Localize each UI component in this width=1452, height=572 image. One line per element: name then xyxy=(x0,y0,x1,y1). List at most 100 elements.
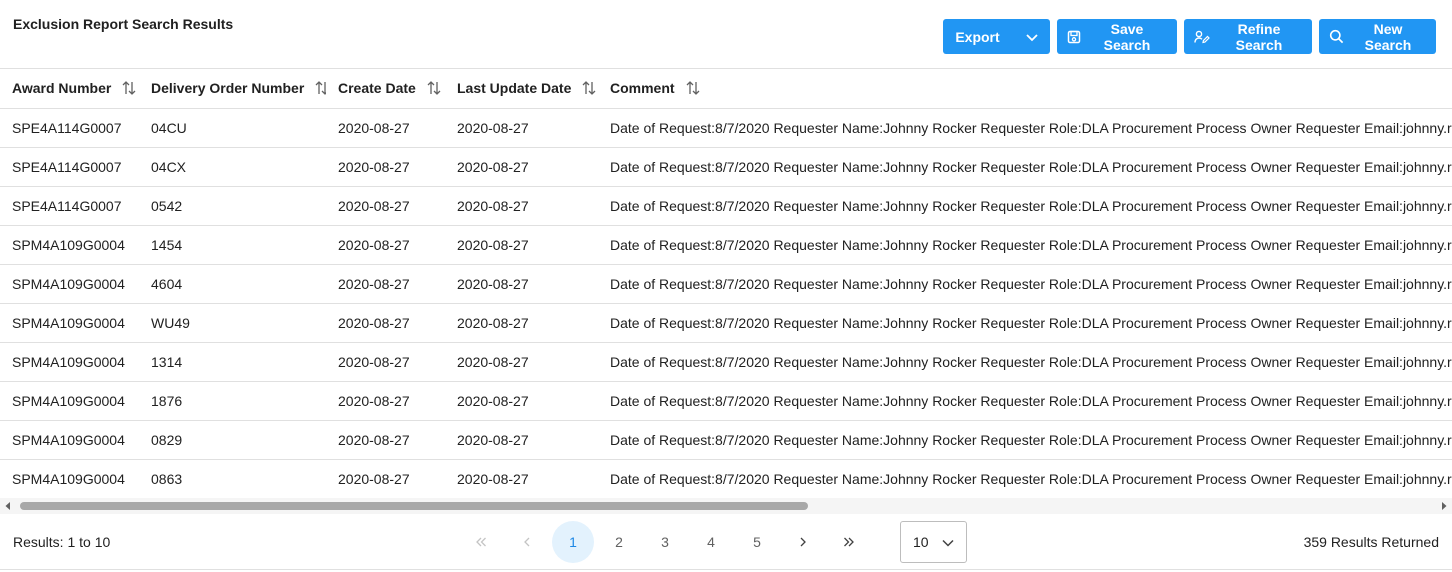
last-page-button[interactable] xyxy=(828,521,870,563)
chevron-down-icon[interactable] xyxy=(1014,19,1050,54)
person-edit-icon xyxy=(1194,30,1210,44)
rows-per-page-value: 10 xyxy=(913,534,929,550)
create-date-cell: 2020-08-27 xyxy=(326,108,445,148)
column-header-delivery-order-number[interactable]: Delivery Order Number xyxy=(139,69,326,109)
create-date-cell: 2020-08-27 xyxy=(326,186,445,226)
create-date-cell: 2020-08-27 xyxy=(326,225,445,265)
results-table-container: Award Number Delivery Order Number Creat… xyxy=(0,68,1452,498)
last-update-date-cell: 2020-08-27 xyxy=(445,147,598,187)
column-header-label: Create Date xyxy=(338,80,416,97)
sort-arrows-icon[interactable] xyxy=(121,80,137,96)
comment-cell: Date of Request:8/7/2020 Requester Name:… xyxy=(598,381,1452,421)
create-date-cell: 2020-08-27 xyxy=(326,147,445,187)
sort-arrows-icon[interactable] xyxy=(426,80,442,96)
table-row[interactable]: SPE4A114G0007 04CX 2020-08-27 2020-08-27 Dat… xyxy=(0,147,1452,187)
comment-cell: Date of Request:8/7/2020 Requester Name:… xyxy=(598,108,1452,148)
delivery-order-cell: 04CU xyxy=(139,108,326,148)
chevron-right-icon xyxy=(799,534,807,550)
comment-cell: Date of Request:8/7/2020 Requester Name:… xyxy=(598,264,1452,304)
create-date-cell: 2020-08-27 xyxy=(326,264,445,304)
horizontal-scrollbar[interactable] xyxy=(0,498,1452,514)
table-row[interactable]: SPM4A109G0004 1876 2020-08-27 2020-08-27 Dat… xyxy=(0,381,1452,421)
column-header-create-date[interactable]: Create Date xyxy=(326,69,445,109)
last-update-date-cell: 2020-08-27 xyxy=(445,186,598,226)
column-header-label: Award Number xyxy=(12,80,112,97)
previous-page-button[interactable] xyxy=(506,521,548,563)
award-number-cell: SPM4A109G0004 xyxy=(0,225,139,265)
table-row[interactable]: SPE4A114G0007 04CU 2020-08-27 2020-08-27 Dat… xyxy=(0,108,1452,148)
save-search-button[interactable]: Save Search xyxy=(1057,19,1177,54)
last-update-date-cell: 2020-08-27 xyxy=(445,225,598,265)
comment-cell: Date of Request:8/7/2020 Requester Name:… xyxy=(598,186,1452,226)
save-search-label: Save Search xyxy=(1103,20,1151,53)
refine-search-button[interactable]: Refine Search xyxy=(1184,19,1312,54)
table-row[interactable]: SPM4A109G0004 WU49 2020-08-27 2020-08-27 Dat… xyxy=(0,303,1452,343)
comment-cell: Date of Request:8/7/2020 Requester Name:… xyxy=(598,147,1452,187)
chevron-left-icon xyxy=(523,534,531,550)
table-footer: Results: 1 to 10 1 2 3 4 5 10 359 Result… xyxy=(0,514,1452,570)
export-button[interactable]: Export xyxy=(943,19,1050,54)
double-chevron-right-icon xyxy=(843,534,855,550)
column-header-label: Last Update Date xyxy=(457,80,572,97)
comment-cell: Date of Request:8/7/2020 Requester Name:… xyxy=(598,459,1452,498)
sort-arrows-icon[interactable] xyxy=(685,80,701,96)
delivery-order-cell: 0829 xyxy=(139,420,326,460)
award-number-cell: SPM4A109G0004 xyxy=(0,342,139,382)
sort-arrows-icon[interactable] xyxy=(314,80,326,96)
scrollbar-thumb[interactable] xyxy=(20,502,808,510)
page-button-4[interactable]: 4 xyxy=(690,521,732,563)
table-row[interactable]: SPM4A109G0004 1454 2020-08-27 2020-08-27 Dat… xyxy=(0,225,1452,265)
table-row[interactable]: SPM4A109G0004 0863 2020-08-27 2020-08-27 Dat… xyxy=(0,459,1452,498)
delivery-order-cell: 1876 xyxy=(139,381,326,421)
results-table: Award Number Delivery Order Number Creat… xyxy=(0,69,1452,498)
rows-per-page-select[interactable]: 10 xyxy=(900,521,967,563)
table-row[interactable]: SPM4A109G0004 1314 2020-08-27 2020-08-27 Dat… xyxy=(0,342,1452,382)
last-update-date-cell: 2020-08-27 xyxy=(445,108,598,148)
table-header-row: Award Number Delivery Order Number Creat… xyxy=(0,69,1452,109)
table-row[interactable]: SPM4A109G0004 4604 2020-08-27 2020-08-27 Dat… xyxy=(0,264,1452,304)
column-header-comment[interactable]: Comment xyxy=(598,69,1452,109)
page-button-1[interactable]: 1 xyxy=(552,521,594,563)
next-page-button[interactable] xyxy=(782,521,824,563)
award-number-cell: SPE4A114G0007 xyxy=(0,108,139,148)
create-date-cell: 2020-08-27 xyxy=(326,303,445,343)
delivery-order-cell: WU49 xyxy=(139,303,326,343)
page-button-5[interactable]: 5 xyxy=(736,521,778,563)
delivery-order-cell: 1314 xyxy=(139,342,326,382)
table-row[interactable]: SPE4A114G0007 0542 2020-08-27 2020-08-27 Dat… xyxy=(0,186,1452,226)
delivery-order-cell: 4604 xyxy=(139,264,326,304)
scroll-left-icon[interactable] xyxy=(0,498,16,514)
award-number-cell: SPE4A114G0007 xyxy=(0,186,139,226)
first-page-button[interactable] xyxy=(460,521,502,563)
column-header-label: Comment xyxy=(610,80,675,97)
create-date-cell: 2020-08-27 xyxy=(326,459,445,498)
create-date-cell: 2020-08-27 xyxy=(326,420,445,460)
sort-arrows-icon[interactable] xyxy=(581,80,597,96)
table-row[interactable]: SPM4A109G0004 0829 2020-08-27 2020-08-27 Dat… xyxy=(0,420,1452,460)
page-title: Exclusion Report Search Results xyxy=(13,16,234,32)
comment-cell: Date of Request:8/7/2020 Requester Name:… xyxy=(598,420,1452,460)
new-search-label: New Search xyxy=(1364,20,1412,53)
last-update-date-cell: 2020-08-27 xyxy=(445,459,598,498)
page-button-3[interactable]: 3 xyxy=(644,521,686,563)
chevron-down-icon xyxy=(942,534,954,550)
scroll-right-icon[interactable] xyxy=(1436,498,1452,514)
page-button-2[interactable]: 2 xyxy=(598,521,640,563)
award-number-cell: SPM4A109G0004 xyxy=(0,420,139,460)
last-update-date-cell: 2020-08-27 xyxy=(445,303,598,343)
new-search-button[interactable]: New Search xyxy=(1319,19,1436,54)
search-icon xyxy=(1329,29,1344,44)
last-update-date-cell: 2020-08-27 xyxy=(445,381,598,421)
column-header-award-number[interactable]: Award Number xyxy=(0,69,139,109)
last-update-date-cell: 2020-08-27 xyxy=(445,420,598,460)
export-label: Export xyxy=(955,28,1000,45)
toolbar: Export Save Search Refine Search New Sea… xyxy=(943,19,1436,54)
delivery-order-cell: 04CX xyxy=(139,147,326,187)
comment-cell: Date of Request:8/7/2020 Requester Name:… xyxy=(598,303,1452,343)
last-update-date-cell: 2020-08-27 xyxy=(445,264,598,304)
results-total: 359 Results Returned xyxy=(1303,534,1439,550)
delivery-order-cell: 0863 xyxy=(139,459,326,498)
comment-cell: Date of Request:8/7/2020 Requester Name:… xyxy=(598,342,1452,382)
column-header-last-update-date[interactable]: Last Update Date xyxy=(445,69,598,109)
pagination: 1 2 3 4 5 10 xyxy=(460,520,967,564)
